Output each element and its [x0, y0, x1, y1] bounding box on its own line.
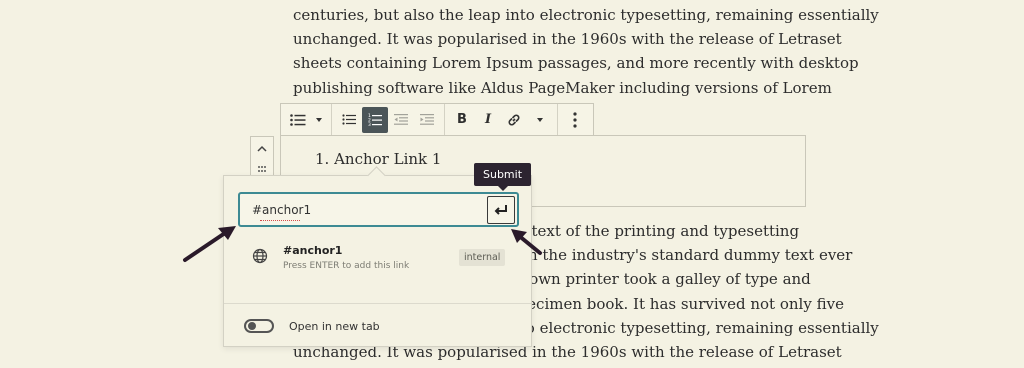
- block-mover: [250, 136, 274, 178]
- indent-icon[interactable]: [414, 107, 440, 133]
- block-toolbar: 123 B I: [280, 103, 594, 136]
- paragraph-line: unchanged. It was popularised in the 196…: [293, 30, 842, 49]
- url-input[interactable]: [238, 192, 519, 227]
- toolbar-group-list: 123: [332, 104, 445, 135]
- toolbar-group-more: [558, 104, 592, 135]
- annotation-arrow-right: [511, 229, 542, 255]
- suggestion-type-badge: internal: [459, 249, 506, 266]
- bold-icon[interactable]: B: [449, 107, 475, 133]
- toolbar-group-block: [281, 104, 332, 135]
- more-options-icon[interactable]: [562, 107, 588, 133]
- open-in-new-tab-toggle[interactable]: [244, 319, 274, 333]
- ordered-list-icon[interactable]: 123: [362, 106, 388, 133]
- enter-icon: [494, 205, 507, 215]
- divider: [224, 303, 531, 304]
- outdent-icon[interactable]: [388, 107, 414, 133]
- paragraph-line: sheets containing Lorem Ipsum passages, …: [293, 54, 859, 73]
- toolbar-group-format: B I: [445, 104, 558, 135]
- spellcheck-underline: [260, 219, 300, 221]
- paragraph-line: publishing software like Aldus PageMaker…: [293, 78, 832, 97]
- chevron-down-icon[interactable]: [527, 107, 553, 133]
- globe-icon: [252, 248, 268, 264]
- drag-handle-icon[interactable]: [257, 158, 267, 177]
- submit-tooltip: Submit: [474, 163, 532, 191]
- suggestion-hint: Press ENTER to add this link: [283, 261, 410, 271]
- paragraph-top: centuries, but also the leap into electr…: [293, 3, 879, 100]
- list-item: 1. Anchor Link 1: [315, 150, 442, 168]
- paragraph-line: centuries, but also the leap into electr…: [293, 6, 879, 24]
- suggestion-title: #anchor1: [283, 244, 343, 257]
- italic-icon[interactable]: I: [475, 107, 501, 133]
- chevron-down-icon[interactable]: [311, 107, 327, 133]
- submit-button[interactable]: [487, 196, 515, 224]
- toggle-knob: [248, 322, 256, 330]
- link-icon[interactable]: [501, 107, 527, 133]
- list-icon[interactable]: [285, 107, 311, 133]
- unordered-list-icon[interactable]: [336, 107, 362, 133]
- chevron-up-icon[interactable]: [257, 138, 267, 157]
- link-popover: #anchor1 Press ENTER to add this link in…: [223, 175, 532, 347]
- open-in-new-tab-label: Open in new tab: [289, 320, 380, 333]
- svg-text:3: 3: [368, 122, 371, 126]
- annotation-arrow-left: [183, 226, 236, 262]
- link-suggestion[interactable]: #anchor1 Press ENTER to add this link in…: [248, 242, 518, 278]
